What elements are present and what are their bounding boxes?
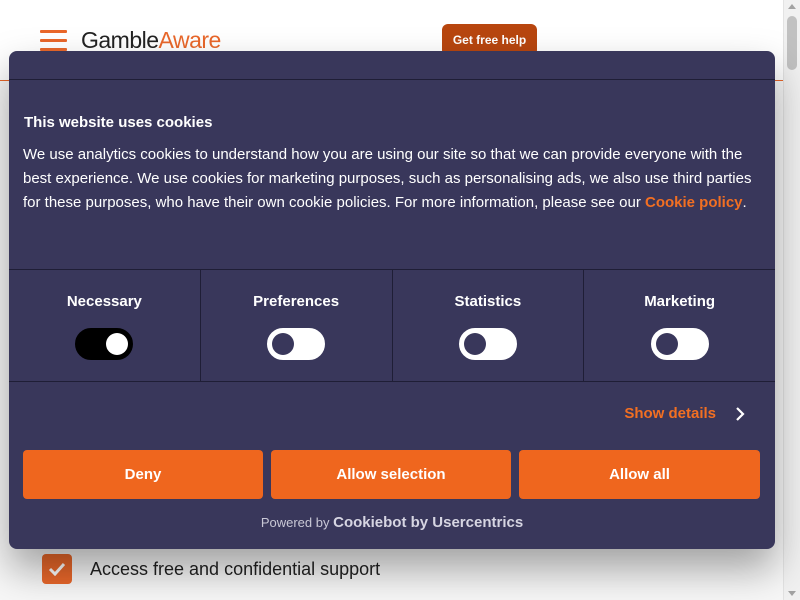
dialog-title: This website uses cookies	[24, 114, 213, 131]
necessary-toggle[interactable]	[75, 328, 134, 360]
category-label: Marketing	[644, 293, 716, 310]
category-necessary: Necessary	[9, 270, 201, 381]
cookie-consent-dialog: This website uses cookies We use analyti…	[9, 51, 775, 549]
scroll-down-icon[interactable]	[788, 591, 796, 596]
powered-by: Powered by Cookiebot by Usercentrics	[260, 514, 524, 531]
category-label: Necessary	[66, 293, 142, 310]
checkmark-icon	[42, 554, 72, 584]
cookie-categories: Necessary Preferences Statistics Marketi…	[9, 269, 775, 382]
gambleaware-logo[interactable]: GambleAware	[81, 27, 221, 54]
deny-button[interactable]: Deny	[23, 450, 263, 499]
scroll-up-icon[interactable]	[788, 4, 796, 9]
divider	[9, 79, 775, 80]
category-preferences: Preferences	[201, 270, 393, 381]
category-marketing: Marketing	[584, 270, 775, 381]
show-details-link[interactable]: Show details	[624, 405, 748, 422]
preferences-toggle[interactable]	[267, 328, 326, 360]
page-scrollbar[interactable]	[783, 0, 800, 600]
allow-selection-button[interactable]: Allow selection	[271, 450, 511, 499]
category-label: Preferences	[253, 293, 340, 310]
chevron-right-icon	[736, 406, 745, 421]
menu-icon[interactable]	[40, 30, 67, 51]
dialog-body: We use analytics cookies to understand h…	[23, 146, 752, 211]
support-text: Access free and confidential support	[90, 558, 381, 579]
cookiebot-brand[interactable]: Cookiebot by Usercentrics	[333, 514, 523, 531]
cookie-policy-link[interactable]: Cookie policy	[645, 194, 743, 211]
statistics-toggle[interactable]	[458, 328, 517, 360]
category-label: Statistics	[454, 293, 522, 310]
support-item: Access free and confidential support	[42, 554, 380, 584]
category-statistics: Statistics	[393, 270, 585, 381]
allow-all-button[interactable]: Allow all	[519, 450, 760, 499]
scroll-thumb[interactable]	[787, 16, 797, 70]
marketing-toggle[interactable]	[650, 328, 709, 360]
